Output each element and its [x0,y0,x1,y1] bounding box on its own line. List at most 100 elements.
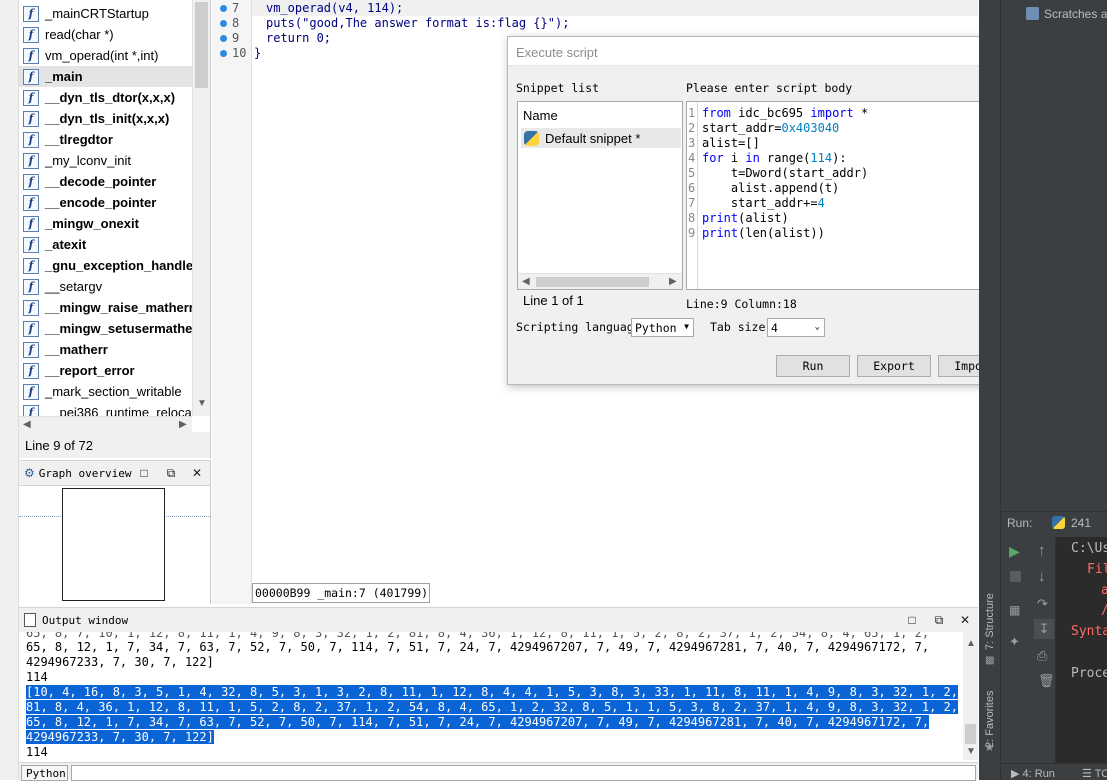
function-list-item[interactable]: f __encode_pointer [19,192,192,213]
snippet-item[interactable]: Default snippet * [521,128,681,148]
function-list-item[interactable]: f __dyn_tls_init(x,x,x) [19,108,192,129]
scroll-up-icon[interactable]: ▲ [966,638,976,649]
run-button[interactable]: Run [776,355,850,377]
play-icon[interactable]: ▶ [1009,543,1020,560]
graph-viewport[interactable] [62,488,165,601]
layout-icon[interactable]: ▦ [1009,603,1020,617]
line-number: 7 [212,1,252,16]
snippet-list-header[interactable]: Name [518,102,682,126]
editor-code-line[interactable]: alist.append(t) [702,181,839,196]
arrow-down-icon[interactable]: ↓ [1038,568,1046,585]
function-list-item[interactable]: f _my_lconv_init [19,150,192,171]
scratches-label[interactable]: Scratches a [1044,7,1107,21]
function-list-item[interactable]: f __mingw_raise_matherr [19,297,192,318]
editor-code-line[interactable]: start_addr=0x403040 [702,121,839,136]
scripting-language-label: Scripting language [516,320,641,334]
editor-code-line[interactable]: print(len(alist)) [702,226,825,241]
close-icon[interactable]: ✕ [190,466,204,480]
scripting-language-select[interactable]: Python ▼ [631,318,694,337]
maximize-icon[interactable]: □ [137,466,151,480]
function-list-item[interactable]: f _main [19,66,192,87]
code-line[interactable]: } [254,46,261,61]
graph-overview-header: ⚙ Graph overview □ ⧉ ✕ [19,460,211,486]
editor-code-line[interactable]: t=Dword(start_addr) [702,166,868,181]
print-icon[interactable]: ⎙ [1037,648,1047,664]
function-list-item[interactable]: f __mingw_setusermatherr [19,318,192,339]
function-list-item[interactable]: f _mark_section_writable [19,381,192,402]
close-icon[interactable]: ✕ [958,613,972,627]
function-icon: f [23,341,39,358]
function-list-item[interactable]: f _mingw_onexit [19,213,192,234]
function-name: __tlregdtor [45,132,113,147]
function-list-item[interactable]: f vm_operad(int *,int) [19,45,192,66]
function-list-hscrollbar[interactable]: ◀ ▶ [19,416,192,432]
scroll-down-icon[interactable]: ▼ [966,746,976,757]
output-line: 114 [26,745,48,759]
function-list[interactable]: f _mainCRTStartup f read(char *) f vm_operad(… [19,0,211,432]
function-name: __dyn_tls_dtor(x,x,x) [45,90,176,105]
restore-icon[interactable]: ⧉ [932,613,946,627]
run-config-name[interactable]: 241 [1071,516,1091,530]
restore-icon[interactable]: ⧉ [164,466,178,480]
snippet-list-hscrollbar[interactable]: ◀ ▶ [518,273,682,289]
scroll-right-icon[interactable]: ▶ [669,276,677,287]
maximize-icon[interactable]: □ [905,613,919,627]
editor-code-line[interactable]: alist=[] [702,136,760,151]
scrollbar-thumb[interactable] [195,2,208,88]
pin-icon[interactable]: ✦ [1009,634,1020,650]
output-window-text[interactable]: 65, 8, 7, 10, 1, 12, 8, 11, 1, 4, 9, 8, … [19,632,978,760]
scrollbar-thumb[interactable] [965,724,976,744]
graph-icon: ⚙ [24,466,35,480]
function-list-item[interactable]: f __matherr [19,339,192,360]
structure-tool-tab[interactable]: 7: Structure [984,593,996,650]
function-list-item[interactable]: f __setargv [19,276,192,297]
run-tool-window-tab[interactable]: ▶ 4: Run [1011,767,1055,780]
line-number: 9 [212,31,252,46]
function-list-item[interactable]: f __dyn_tls_dtor(x,x,x) [19,87,192,108]
star-icon: ★ [984,740,995,754]
output-line: 114 [26,670,48,684]
trash-icon[interactable]: 🗑 [1038,673,1055,689]
editor-line-number: 9 [688,226,696,240]
structure-icon: ▩ [985,655,995,666]
function-list-item[interactable]: f __decode_pointer [19,171,192,192]
scroll-left-icon[interactable]: ◀ [23,419,31,430]
code-line[interactable]: vm_operad(v4, 114); [266,1,403,16]
export-button[interactable]: Export [857,355,931,377]
scrollbar-thumb[interactable] [536,277,649,287]
scroll-right-icon[interactable]: ▶ [179,419,187,430]
function-list-item[interactable]: f read(char *) [19,24,192,45]
code-line[interactable]: return 0; [266,31,331,46]
soft-wrap-icon[interactable]: ↷ [1037,596,1048,612]
stop-icon[interactable] [1010,571,1021,582]
console-line: Fil [1087,562,1107,577]
function-list-item[interactable]: f _atexit [19,234,192,255]
arrow-up-icon[interactable]: ↑ [1038,542,1046,559]
python-icon [1052,516,1065,529]
function-list-item[interactable]: f __tlregdtor [19,129,192,150]
function-list-scrollbar[interactable]: ▼ [192,0,210,416]
output-scrollbar[interactable]: ▲ ▼ [963,632,978,760]
scroll-down-icon[interactable]: ▼ [197,398,207,409]
editor-code-line[interactable]: start_addr+=4 [702,196,825,211]
editor-code-line[interactable]: print(alist) [702,211,789,226]
dialog-titlebar[interactable]: Execute script [508,37,1021,66]
graph-overview-canvas[interactable] [19,486,211,604]
python-language-button[interactable]: Python [21,765,68,781]
function-list-item[interactable]: f _gnu_exception_handler [19,255,192,276]
scroll-end-icon[interactable]: ↧ [1034,619,1054,639]
code-line[interactable]: puts("good,The answer format is:flag {}"… [266,16,569,31]
scroll-left-icon[interactable]: ◀ [522,276,530,287]
function-name: _mingw_onexit [45,216,139,231]
script-editor[interactable]: 1 from idc_bc695 import * 2 start_addr=0x40… [686,101,1014,290]
tab-size-select[interactable]: 4 ⌄ [767,318,825,337]
function-name: vm_operad(int *,int) [45,48,159,63]
editor-code-line[interactable]: from idc_bc695 import * [702,106,868,121]
function-list-item[interactable]: f __report_error [19,360,192,381]
snippet-list[interactable]: Name Default snippet * ◀ ▶ [517,101,683,290]
editor-code-line[interactable]: for i in range(114): [702,151,847,166]
editor-line-number: 5 [688,166,696,180]
python-command-input[interactable] [71,765,976,781]
function-list-item[interactable]: f _mainCRTStartup [19,3,192,24]
todo-tool-window-tab[interactable]: ☰ TO [1082,767,1107,780]
